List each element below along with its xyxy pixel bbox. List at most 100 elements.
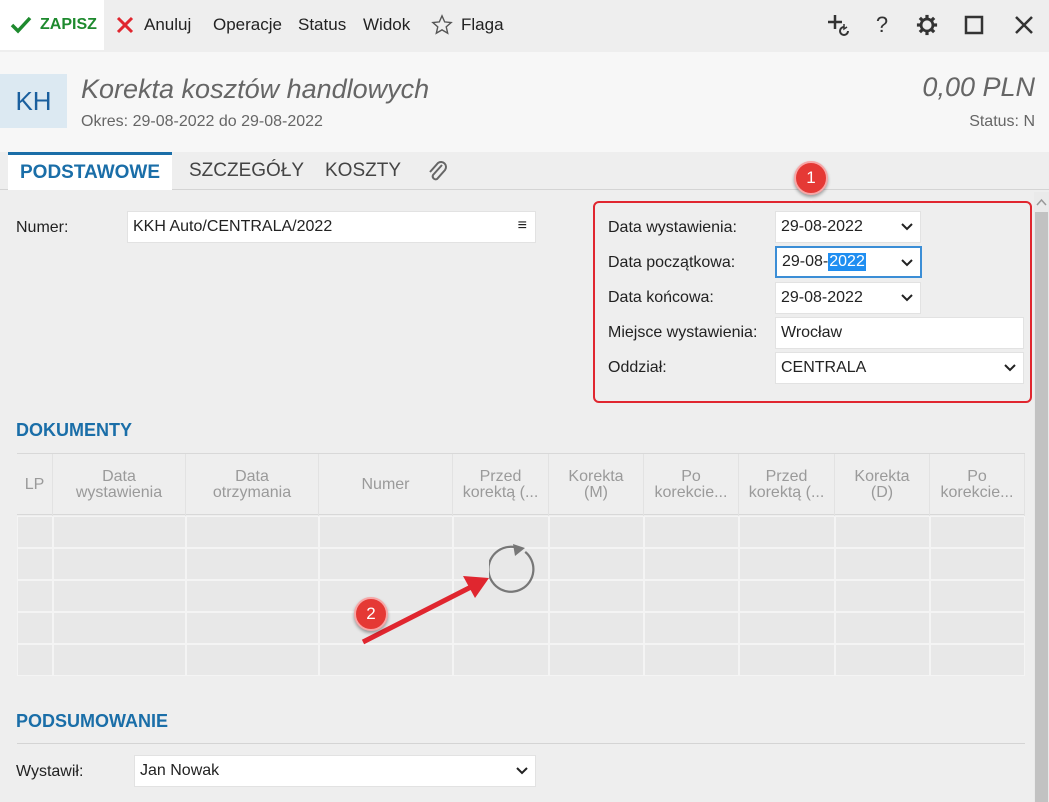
grid-cell[interactable] bbox=[930, 516, 1025, 548]
grid-cell[interactable] bbox=[835, 516, 930, 548]
grid-cell[interactable] bbox=[930, 548, 1025, 580]
column-header-line1: Data bbox=[102, 468, 136, 485]
star-icon bbox=[431, 14, 453, 35]
grid-cell[interactable] bbox=[835, 644, 930, 676]
grid-cell[interactable] bbox=[739, 548, 835, 580]
grid-cell[interactable] bbox=[17, 612, 53, 644]
grid-cell[interactable] bbox=[53, 548, 186, 580]
grid-cell[interactable] bbox=[549, 516, 644, 548]
grid-cell[interactable] bbox=[930, 612, 1025, 644]
grid-cell[interactable] bbox=[644, 644, 739, 676]
column-header-line2: korektą (... bbox=[462, 484, 539, 501]
issued-by-value: Jan Nowak bbox=[140, 762, 220, 779]
divider bbox=[17, 743, 1025, 744]
number-field[interactable]: KKH Auto/CENTRALA/2022 ≡ bbox=[127, 211, 536, 243]
grid-cell[interactable] bbox=[644, 516, 739, 548]
column-header-line1: Numer bbox=[361, 476, 410, 493]
grid-cell[interactable] bbox=[17, 580, 53, 612]
grid-cell[interactable] bbox=[549, 612, 644, 644]
save-button[interactable]: ZAPISZ bbox=[0, 0, 104, 50]
column-header[interactable]: Przed korektą (... bbox=[739, 454, 835, 516]
grid-cell[interactable] bbox=[644, 548, 739, 580]
tab-attachments[interactable] bbox=[425, 152, 449, 190]
grid-cell[interactable] bbox=[930, 644, 1025, 676]
grid-cell[interactable] bbox=[53, 612, 186, 644]
grid-cell[interactable] bbox=[549, 548, 644, 580]
column-header[interactable]: Data wystawienia bbox=[53, 454, 186, 516]
help-icon[interactable]: ? bbox=[869, 12, 895, 38]
page-title: Korekta kosztów handlowych bbox=[81, 74, 430, 104]
document-type-badge: KH bbox=[0, 74, 67, 128]
issued-by-select[interactable]: Jan Nowak bbox=[134, 755, 536, 787]
cancel-button[interactable]: Anuluj bbox=[116, 0, 191, 50]
column-header[interactable]: Korekta (M) bbox=[549, 454, 644, 516]
grid-cell[interactable] bbox=[319, 516, 453, 548]
grid-cell[interactable] bbox=[186, 580, 319, 612]
grid-cell[interactable] bbox=[739, 612, 835, 644]
grid-cell[interactable] bbox=[739, 580, 835, 612]
grid-cell[interactable] bbox=[835, 580, 930, 612]
total-amount: 0,00 PLN bbox=[922, 72, 1035, 102]
annotation-badge-2: 2 bbox=[354, 597, 388, 631]
column-header-line2: korekcie... bbox=[654, 484, 728, 501]
grid-cell[interactable] bbox=[53, 580, 186, 612]
grid-cell[interactable] bbox=[835, 548, 930, 580]
column-header-line1: Przed bbox=[765, 468, 808, 485]
close-icon bbox=[116, 16, 134, 34]
grid-cell[interactable] bbox=[644, 580, 739, 612]
grid-cell[interactable] bbox=[549, 644, 644, 676]
grid-cell[interactable] bbox=[17, 644, 53, 676]
menu-icon[interactable]: ≡ bbox=[518, 217, 527, 235]
gear-icon[interactable] bbox=[914, 12, 940, 38]
scrollbar-thumb[interactable] bbox=[1035, 212, 1048, 802]
column-header-line1: LP bbox=[24, 476, 45, 493]
operations-menu[interactable]: Operacje bbox=[213, 0, 282, 50]
column-header[interactable]: Przed korektą (... bbox=[453, 454, 549, 516]
add-refresh-icon[interactable] bbox=[826, 12, 852, 38]
flag-label: Flaga bbox=[461, 15, 504, 34]
checkmark-icon bbox=[10, 16, 32, 34]
column-header-line1: Korekta bbox=[568, 468, 624, 485]
document-header: KH Korekta kosztów handlowych Okres: 29-… bbox=[0, 52, 1049, 152]
column-header-line1: Po bbox=[967, 468, 987, 485]
grid-cell[interactable] bbox=[835, 612, 930, 644]
flag-button[interactable]: Flaga bbox=[431, 0, 504, 50]
toolbar: ZAPISZ Anuluj Operacje Status Widok Flag… bbox=[0, 0, 1049, 52]
grid-cell[interactable] bbox=[739, 516, 835, 548]
tab-bar: PODSTAWOWE SZCZEGÓŁY KOSZTY bbox=[0, 152, 1049, 190]
grid-cell[interactable] bbox=[186, 612, 319, 644]
grid-cell[interactable] bbox=[930, 580, 1025, 612]
grid-cell[interactable] bbox=[17, 516, 53, 548]
tab-szczegoly[interactable]: SZCZEGÓŁY bbox=[189, 152, 304, 190]
grid-cell[interactable] bbox=[644, 612, 739, 644]
grid-cell[interactable] bbox=[186, 548, 319, 580]
column-header[interactable]: Korekta (D) bbox=[835, 454, 930, 516]
grid-cell[interactable] bbox=[549, 580, 644, 612]
column-header-line1: Korekta bbox=[854, 468, 910, 485]
grid-cell[interactable] bbox=[739, 644, 835, 676]
column-header-line2: otrzymania bbox=[212, 484, 292, 501]
grid-cell[interactable] bbox=[186, 644, 319, 676]
cancel-label: Anuluj bbox=[144, 15, 192, 34]
column-header-line2: (D) bbox=[870, 484, 894, 501]
column-header[interactable]: Data otrzymania bbox=[186, 454, 319, 516]
column-header[interactable]: Po korekcie... bbox=[644, 454, 739, 516]
grid-cell[interactable] bbox=[186, 516, 319, 548]
column-header[interactable]: Po korekcie... bbox=[930, 454, 1025, 516]
tab-koszty[interactable]: KOSZTY bbox=[325, 152, 401, 190]
grid-cell[interactable] bbox=[53, 516, 186, 548]
scroll-up-icon[interactable] bbox=[1036, 198, 1047, 206]
maximize-icon[interactable] bbox=[961, 12, 987, 38]
column-header[interactable]: LP bbox=[17, 454, 53, 516]
grid-cell[interactable] bbox=[53, 644, 186, 676]
column-header-line2: korektą (... bbox=[748, 484, 825, 501]
grid-cell[interactable] bbox=[17, 548, 53, 580]
column-header[interactable]: Numer bbox=[319, 454, 453, 516]
column-header-line2: (M) bbox=[584, 484, 608, 501]
close-window-icon[interactable] bbox=[1011, 12, 1037, 38]
status-menu[interactable]: Status bbox=[298, 0, 346, 50]
number-value: KKH Auto/CENTRALA/2022 bbox=[133, 218, 333, 235]
chevron-down-icon[interactable] bbox=[515, 764, 529, 778]
tab-podstawowe[interactable]: PODSTAWOWE bbox=[8, 152, 173, 190]
view-menu[interactable]: Widok bbox=[363, 0, 410, 50]
